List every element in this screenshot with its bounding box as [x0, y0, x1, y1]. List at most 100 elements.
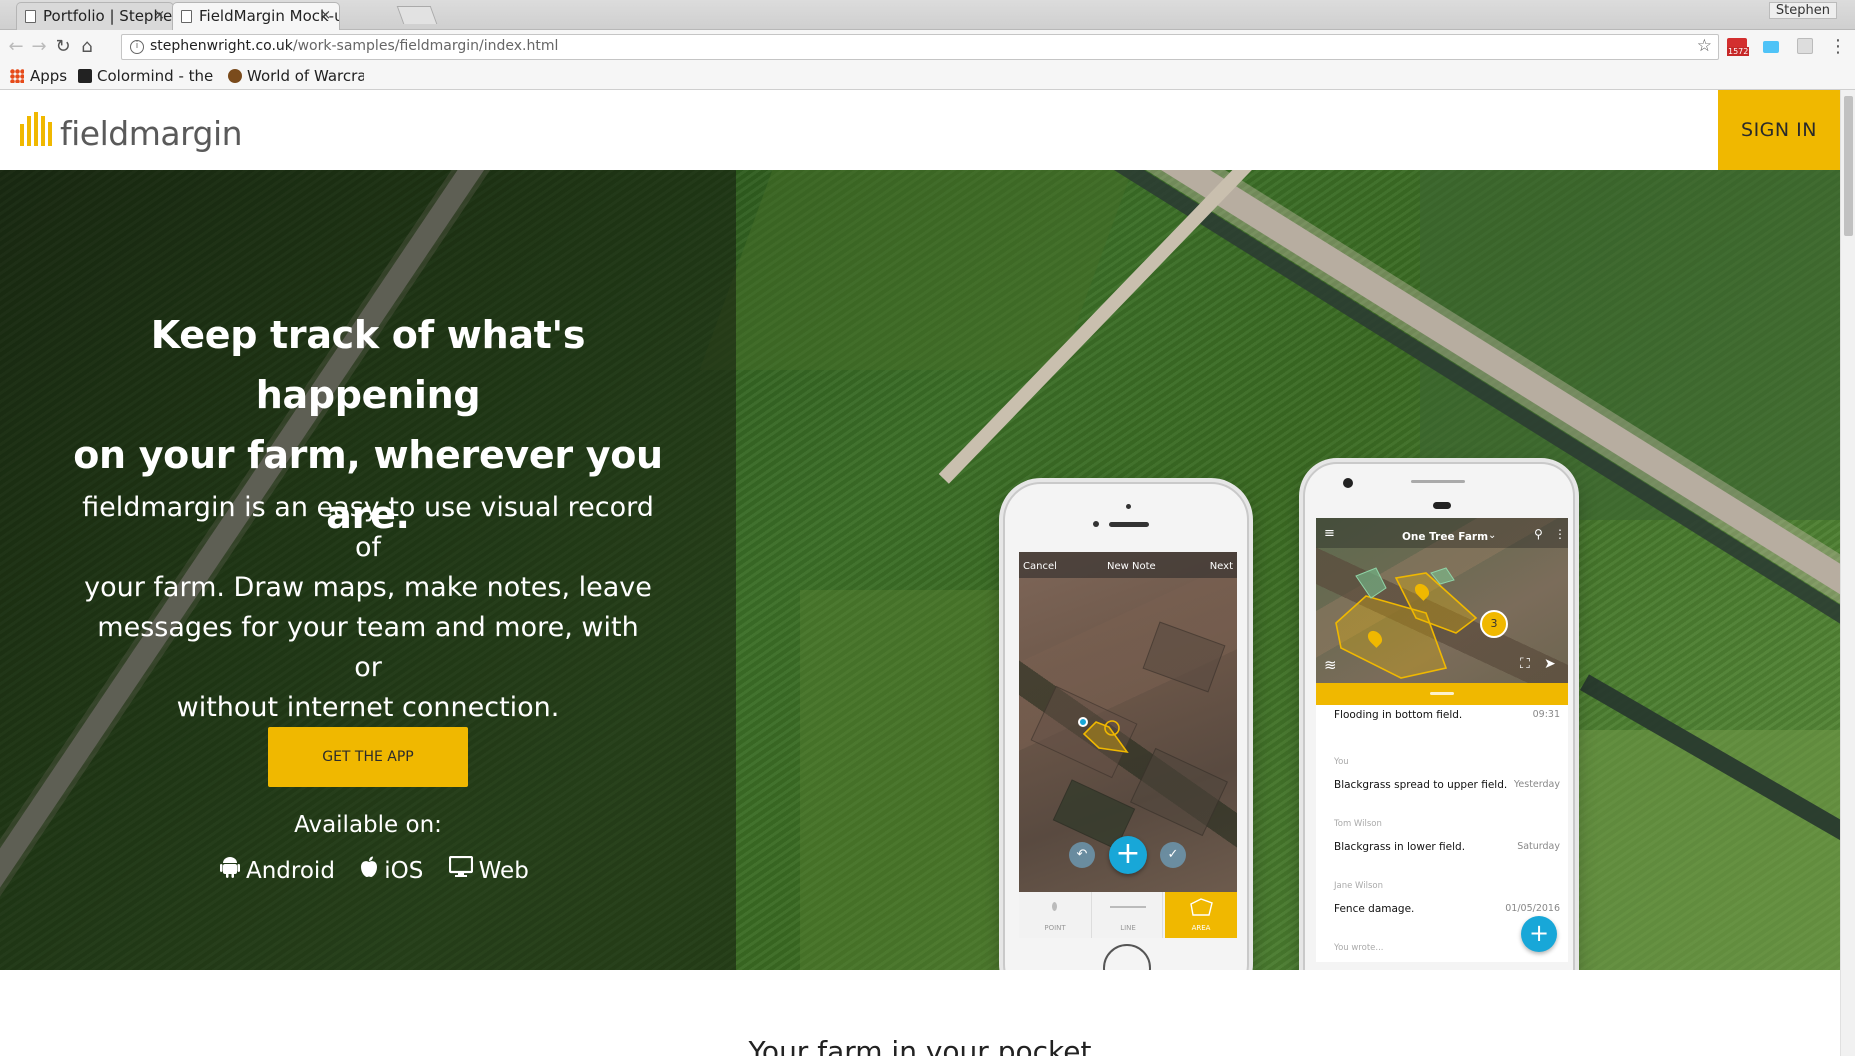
android-icon: [220, 857, 240, 878]
platform-label: Android: [246, 858, 335, 884]
info-icon[interactable]: i: [130, 40, 144, 54]
bookmark-label: Apps: [30, 67, 68, 85]
page-scrollbar[interactable]: [1840, 90, 1855, 1056]
note-author: You wrote...: [1334, 943, 1384, 953]
bookmark-star-icon[interactable]: ☆: [1697, 36, 1712, 56]
hamburger-menu-icon[interactable]: ≡: [1324, 526, 1335, 541]
list-item[interactable]: Flooding in bottom field. 09:31: [1316, 705, 1568, 747]
add-note-button[interactable]: +: [1521, 916, 1557, 952]
add-point-button[interactable]: +: [1109, 836, 1147, 874]
platform-list: Android iOS Web: [220, 856, 540, 884]
apps-grid-icon: [10, 69, 24, 83]
tab-label: AREA: [1191, 924, 1211, 932]
home-button[interactable]: ⌂: [76, 36, 98, 58]
list-item[interactable]: Tom Wilson Blackgrass in lower field. Sa…: [1316, 809, 1568, 871]
monitor-icon: [448, 856, 473, 877]
earpiece: [1433, 502, 1451, 509]
layers-icon[interactable]: ≋: [1324, 656, 1337, 674]
fullscreen-icon[interactable]: ⛶: [1520, 656, 1530, 672]
android-screen: ≡ One Tree Farm ⌄ ⚲ ⋮ 3 ≋ ⛶ ➤ Flooding i…: [1316, 518, 1568, 962]
bookmark-wow[interactable]: World of Warcra: [228, 67, 364, 85]
chat-extension-icon[interactable]: [1763, 41, 1779, 53]
back-button[interactable]: ←: [5, 36, 27, 58]
forward-button[interactable]: →: [28, 36, 50, 58]
url-path: /work-samples/fieldmargin/index.html: [292, 38, 559, 54]
gmail-badge: 1572: [1727, 47, 1750, 56]
section-title: Your farm in your pocket: [748, 1035, 1092, 1056]
more-options-icon[interactable]: ⋮: [1554, 527, 1566, 541]
note-author: Tom Wilson: [1334, 819, 1382, 829]
logo-bars-icon: [20, 112, 52, 146]
note-text: Fence damage.: [1334, 903, 1415, 915]
bookmark-colormind[interactable]: Colormind - the s: [78, 67, 213, 85]
hero-description: fieldmargin is an easy to use visual rec…: [80, 488, 656, 728]
cancel-button[interactable]: Cancel: [1023, 561, 1057, 572]
available-on-label: Available on:: [294, 812, 442, 838]
draw-mode-tabs: POINT LINE AREA: [1019, 892, 1237, 938]
feed-drag-handle[interactable]: [1316, 683, 1568, 705]
close-icon[interactable]: ×: [154, 3, 165, 29]
platform-label: Web: [478, 858, 529, 884]
new-tab-button[interactable]: [396, 6, 438, 24]
screen-title: New Note: [1107, 561, 1156, 572]
page-icon: [25, 10, 36, 23]
page-icon: [181, 10, 192, 23]
platform-android[interactable]: Android: [220, 856, 335, 884]
note-author: Jane Wilson: [1334, 881, 1383, 891]
gmail-extension-icon[interactable]: 1572: [1727, 38, 1750, 56]
tab-title: FieldMargin Mock-u: [199, 7, 340, 25]
satellite-map: ≡ One Tree Farm ⌄ ⚲ ⋮ 3 ≋ ⛶ ➤: [1316, 518, 1568, 683]
satellite-map: ↶ + ✓: [1019, 552, 1237, 892]
url-host: stephenwright.co.uk: [150, 38, 293, 54]
hero-desc-line: fieldmargin is an easy to use visual rec…: [82, 492, 654, 563]
reload-button[interactable]: ↻: [52, 36, 74, 58]
next-button[interactable]: Next: [1210, 561, 1233, 572]
bookmark-label: World of Warcra: [247, 67, 364, 85]
iphone-screen: ↶ + ✓ Cancel New Note Next POINT LINE AR…: [1019, 552, 1237, 938]
tab-line[interactable]: LINE: [1091, 892, 1163, 938]
line-icon: [1110, 906, 1146, 908]
bookmark-apps[interactable]: Apps: [10, 67, 67, 85]
note-author: You: [1334, 757, 1349, 767]
hero-section: Keep track of what's happening on your f…: [0, 170, 1840, 970]
sign-in-button[interactable]: SIGN IN: [1718, 90, 1840, 170]
extension-icon[interactable]: [1797, 38, 1813, 54]
list-item[interactable]: You Blackgrass spread to upper field. Ye…: [1316, 747, 1568, 809]
navigation-arrow-icon[interactable]: ➤: [1544, 656, 1556, 672]
address-bar[interactable]: i stephenwright.co.uk/work-samples/field…: [121, 34, 1719, 60]
menu-icon[interactable]: ⋮: [1827, 36, 1849, 58]
cluster-badge[interactable]: 3: [1480, 610, 1508, 638]
location-dot-icon: [1078, 717, 1088, 727]
undo-button[interactable]: ↶: [1069, 842, 1095, 868]
tab-label: LINE: [1120, 924, 1136, 932]
home-button[interactable]: [1103, 944, 1151, 970]
profile-button[interactable]: Stephen: [1768, 2, 1837, 19]
web-page: fieldmargin SIGN IN Keep track of what's…: [0, 90, 1840, 1056]
hero-title-line: Keep track of what's happening: [150, 313, 586, 417]
sensor-dot: [1126, 504, 1131, 509]
note-time: 09:31: [1532, 709, 1560, 720]
note-time: 01/05/2016: [1505, 903, 1560, 914]
platform-ios[interactable]: iOS: [360, 856, 423, 884]
search-icon[interactable]: ⚲: [1534, 527, 1543, 541]
note-text: Blackgrass in lower field.: [1334, 841, 1466, 853]
speaker-grille: [1109, 522, 1149, 527]
tab-point[interactable]: POINT: [1019, 892, 1091, 938]
wow-icon: [228, 69, 242, 83]
get-the-app-button[interactable]: GET THE APP: [268, 727, 468, 787]
site-header: fieldmargin SIGN IN: [0, 90, 1840, 170]
tab-area[interactable]: AREA: [1165, 892, 1237, 938]
polygon-icon: [1190, 898, 1213, 916]
android-mockup: ≡ One Tree Farm ⌄ ⚲ ⋮ 3 ≋ ⛶ ➤ Flooding i…: [1303, 462, 1575, 970]
tab-fieldmargin[interactable]: FieldMargin Mock-u ×: [172, 2, 340, 30]
scrollbar-thumb[interactable]: [1844, 96, 1853, 236]
note-time: Saturday: [1517, 841, 1560, 852]
close-icon[interactable]: ×: [320, 3, 331, 29]
farm-selector[interactable]: One Tree Farm: [1402, 531, 1488, 543]
platform-web[interactable]: Web: [448, 856, 529, 884]
browser-toolbar: ← → ↻ ⌂ i stephenwright.co.uk/work-sampl…: [0, 30, 1855, 64]
confirm-button[interactable]: ✓: [1160, 842, 1186, 868]
tab-portfolio[interactable]: Portfolio | Stephen ×: [16, 2, 174, 30]
chevron-down-icon[interactable]: ⌄: [1488, 530, 1496, 541]
logo-text: fieldmargin: [60, 114, 243, 153]
